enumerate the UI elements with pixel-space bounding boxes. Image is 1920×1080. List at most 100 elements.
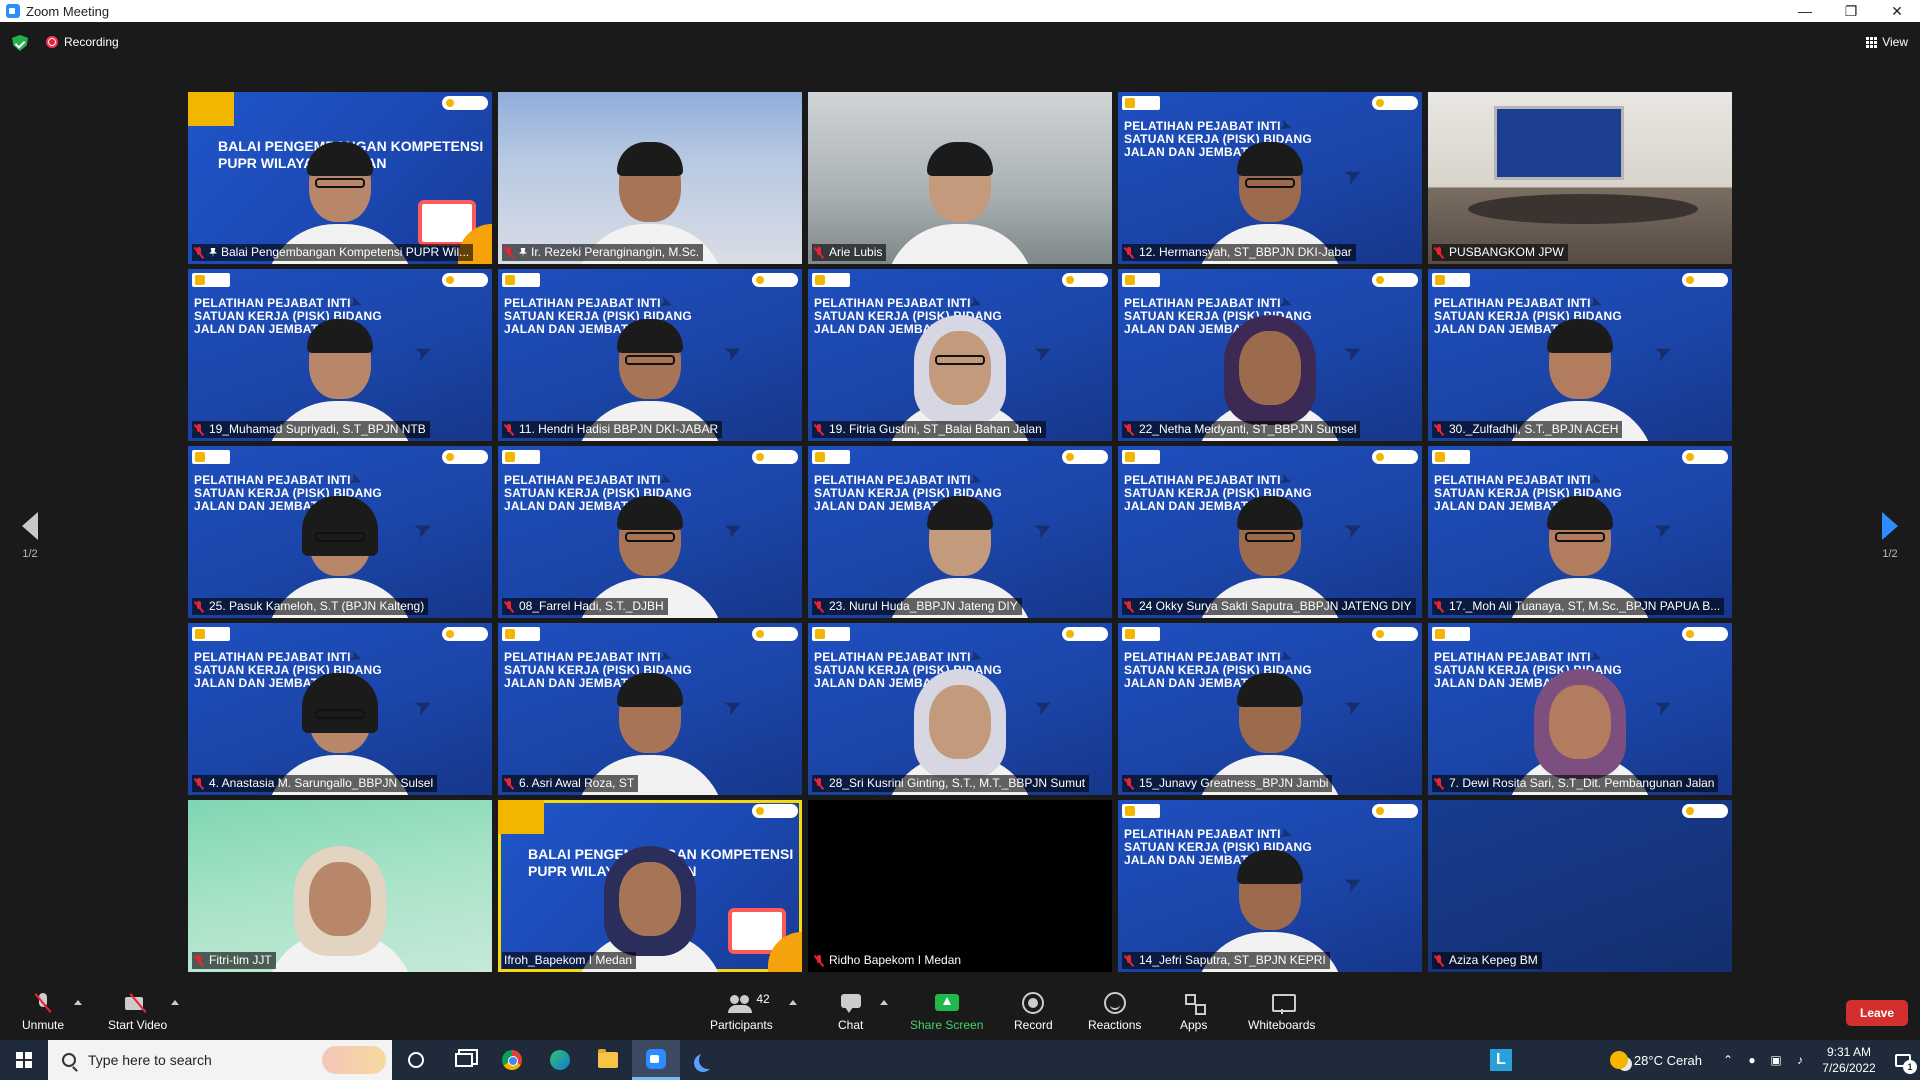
record-button[interactable]: Record [1014, 992, 1053, 1032]
participant-name-tag: 08_Farrel Hadi, S.T._DJBH [502, 598, 668, 615]
pupr-logo-right [442, 450, 488, 464]
glasses-icon [315, 709, 365, 719]
volume-icon[interactable]: ♪ [1788, 1040, 1812, 1080]
video-tile[interactable]: ➤ ➤ PELATIHAN PEJABAT INTI SATUAN KERJA (P… [1428, 446, 1732, 618]
video-tile[interactable]: ➤ ➤ PELATIHAN PEJABAT INTI SATUAN KERJA (P… [498, 269, 802, 441]
pupr-logo-right [442, 273, 488, 287]
muted-mic-icon [1124, 246, 1134, 259]
video-tile[interactable]: ➤ ➤ PELATIHAN PEJABAT INTI SATUAN KERJA (P… [1428, 623, 1732, 795]
reactions-button[interactable]: Reactions [1088, 992, 1141, 1032]
video-tile[interactable]: ➤ ➤ PELATIHAN PEJABAT INTI SATUAN KERJA (P… [188, 446, 492, 618]
video-tile[interactable]: ➤ ➤ PELATIHAN PEJABAT INTI SATUAN KERJA (P… [188, 623, 492, 795]
video-tile[interactable]: ➤ ➤ PELATIHAN PEJABAT INTI SATUAN KERJA (P… [808, 446, 1112, 618]
restore-icon[interactable]: ❐ [1828, 0, 1874, 22]
pupr-logo-right [1372, 450, 1418, 464]
recording-indicator[interactable]: Recording [46, 35, 119, 49]
chat-button[interactable]: Chat [838, 992, 863, 1032]
audio-options-caret[interactable] [74, 1000, 82, 1005]
video-tile[interactable]: PUSBANGKOM JPW [1428, 92, 1732, 264]
start-video-button[interactable]: Start Video [108, 992, 167, 1032]
participant-name-tag: 7. Dewi Rosita Sari, S.T_Dit. Pembanguna… [1432, 775, 1719, 792]
weather-widget[interactable]: 28°C Cerah [1609, 1051, 1702, 1069]
recording-label: Recording [64, 35, 119, 49]
whiteboard-icon [1270, 992, 1296, 1014]
arrow-left-icon [22, 512, 38, 540]
pu-logo-left [812, 273, 850, 287]
unmute-button[interactable]: Unmute [22, 992, 64, 1032]
video-tile[interactable]: Ridho Bapekom I Medan [808, 800, 1112, 972]
participant-name-tag: Balai Pengembangan Kompetensi PUPR Wil..… [192, 244, 474, 261]
task-view-button[interactable] [440, 1040, 488, 1080]
chat-options-caret[interactable] [880, 1000, 888, 1005]
minimize-icon[interactable]: — [1782, 0, 1828, 22]
participant-name: 15_Junavy Greatness_BPJN Jambi [1139, 776, 1329, 790]
cortana-button[interactable] [392, 1040, 440, 1080]
room-wall-screen [1494, 106, 1624, 180]
muted-mic-icon [1124, 423, 1134, 436]
start-video-label: Start Video [108, 1018, 168, 1032]
close-icon[interactable]: ✕ [1874, 0, 1920, 22]
video-tile[interactable]: ➤ ➤ PELATIHAN PEJABAT INTI SATUAN KERJA (P… [1118, 446, 1422, 618]
video-tile[interactable]: Arie Lubis [808, 92, 1112, 264]
l-app-icon[interactable]: L [1489, 1049, 1512, 1071]
video-tile[interactable]: BALAI PENGEMBANGAN KOMPETENSI PUPR WILAY… [188, 92, 492, 264]
video-tile[interactable]: ➤ ➤ PELATIHAN PEJABAT INTI SATUAN KERJA (P… [1118, 623, 1422, 795]
taskbar-file-explorer[interactable] [584, 1040, 632, 1080]
taskbar-search-input[interactable]: Type here to search [48, 1040, 392, 1080]
participant-name: 17._Moh Ali Tuanaya, ST, M.Sc._BPJN PAPU… [1449, 599, 1721, 613]
pu-logo-left [1432, 627, 1470, 641]
next-page-button[interactable]: 1/2 [1870, 512, 1910, 560]
participant-name-tag: 19. Fitria Gustini, ST_Balai Bahan Jalan [812, 421, 1046, 438]
share-screen-button[interactable]: Share Screen [910, 992, 983, 1032]
pupr-logo-right [1372, 804, 1418, 818]
participants-options-caret[interactable] [789, 1000, 797, 1005]
video-tile[interactable]: ➤ ➤ PELATIHAN PEJABAT INTI SATUAN KERJA (P… [1118, 92, 1422, 264]
participant-name-tag: Ifroh_Bapekom I Medan [502, 952, 637, 969]
taskbar-zoom[interactable] [632, 1040, 680, 1080]
view-button[interactable]: View [1866, 35, 1908, 49]
microphone-tray-icon[interactable]: ● [1740, 1040, 1764, 1080]
pu-logo-left [1432, 450, 1470, 464]
participant-name: 30._Zulfadhli, S.T._BPJN ACEH [1449, 422, 1619, 436]
video-tile[interactable]: Aziza Kepeg BM [1428, 800, 1732, 972]
participant-name: Arie Lubis [829, 245, 883, 259]
video-tile[interactable]: Fitri-tim JJT [188, 800, 492, 972]
video-tile[interactable]: ➤ ➤ PELATIHAN PEJABAT INTI SATUAN KERJA (P… [188, 269, 492, 441]
participant-name: PUSBANGKOM JPW [1449, 245, 1564, 259]
muted-mic-icon [504, 777, 514, 790]
video-tile[interactable]: BALAI PENGEMBANGAN KOMPETENSI PUPR WILAY… [498, 800, 802, 972]
participant-name-tag: Aziza Kepeg BM [1432, 952, 1542, 969]
apps-button[interactable]: Apps [1180, 992, 1207, 1032]
video-tile[interactable]: ➤ ➤ PELATIHAN PEJABAT INTI SATUAN KERJA (P… [1428, 269, 1732, 441]
start-button[interactable] [0, 1040, 48, 1080]
pin-icon [519, 247, 527, 258]
system-clock[interactable]: 9:31 AM 7/26/2022 [1812, 1044, 1886, 1076]
pu-logo-left [192, 627, 230, 641]
taskbar-edge[interactable] [536, 1040, 584, 1080]
participant-name-tag: Fitri-tim JJT [192, 952, 276, 969]
unmute-label: Unmute [22, 1018, 65, 1032]
taskbar-chrome[interactable] [488, 1040, 536, 1080]
video-tile[interactable]: ➤ ➤ PELATIHAN PEJABAT INTI SATUAN KERJA (P… [808, 269, 1112, 441]
video-tile[interactable]: Ir. Rezeki Peranginangin, M.Sc. [498, 92, 802, 264]
video-tile[interactable]: ➤ ➤ PELATIHAN PEJABAT INTI SATUAN KERJA (P… [1118, 800, 1422, 972]
leave-button[interactable]: Leave [1846, 1000, 1908, 1026]
taskbar-app-moon[interactable] [680, 1040, 728, 1080]
whiteboards-button[interactable]: Whiteboards [1248, 992, 1315, 1032]
video-tile[interactable]: ➤ ➤ PELATIHAN PEJABAT INTI SATUAN KERJA (P… [498, 623, 802, 795]
network-icon[interactable]: ▣ [1764, 1040, 1788, 1080]
video-options-caret[interactable] [171, 1000, 179, 1005]
video-tile[interactable]: ➤ ➤ PELATIHAN PEJABAT INTI SATUAN KERJA (P… [498, 446, 802, 618]
notification-center-button[interactable]: 1 [1886, 1040, 1920, 1080]
meeting-toolbar: Unmute Start Video 42 Participants Chat … [0, 982, 1920, 1038]
muted-mic-icon [1434, 246, 1444, 259]
encryption-shield-icon[interactable] [12, 35, 28, 51]
chevron-up-icon[interactable]: ⌃ [1716, 1040, 1740, 1080]
video-tile[interactable]: ➤ ➤ PELATIHAN PEJABAT INTI SATUAN KERJA (P… [808, 623, 1112, 795]
previous-page-button[interactable]: 1/2 [10, 512, 50, 560]
participant-name-tag: 23. Nurul Huda_BBPJN Jateng DIY [812, 598, 1022, 615]
participants-button[interactable]: 42 Participants [710, 992, 773, 1032]
glasses-icon [315, 178, 365, 188]
video-tile[interactable]: ➤ ➤ PELATIHAN PEJABAT INTI SATUAN KERJA (P… [1118, 269, 1422, 441]
participant-name: 08_Farrel Hadi, S.T._DJBH [519, 599, 664, 613]
